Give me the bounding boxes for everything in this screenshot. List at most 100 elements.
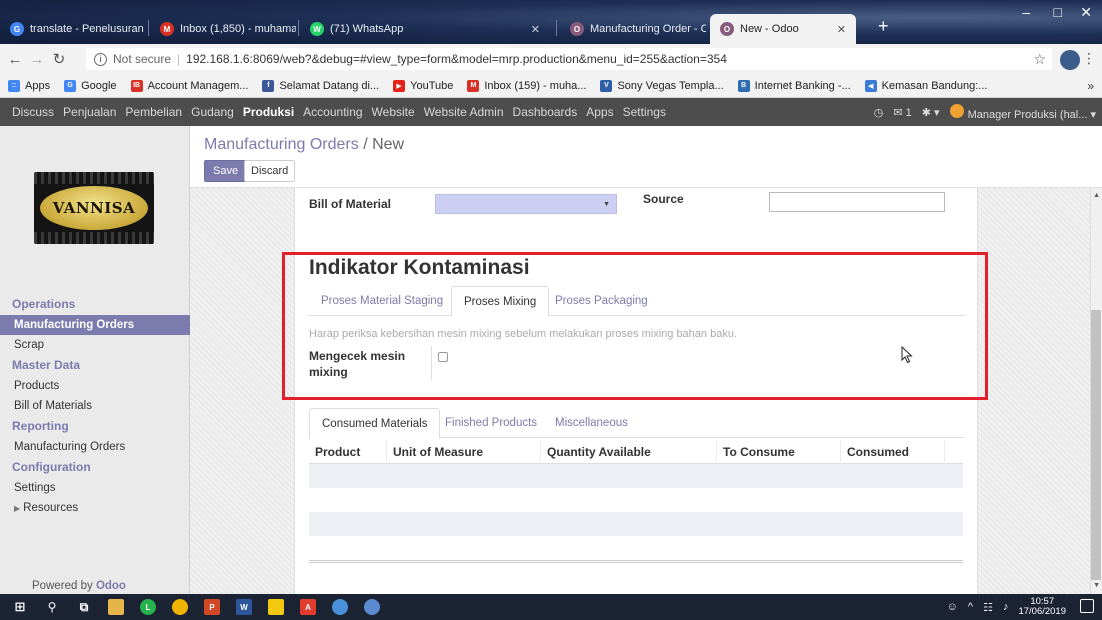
col-quantity-available[interactable]: Quantity Available	[541, 439, 717, 464]
col-product[interactable]: Product	[309, 439, 387, 464]
scroll-up-icon[interactable]: ▲	[1093, 192, 1100, 199]
windows-start-icon[interactable]: ⊞	[12, 599, 28, 615]
task-view-icon[interactable]: ⧉	[76, 599, 92, 615]
sidebar-item-manufacturing-orders[interactable]: Manufacturing Orders	[0, 315, 190, 335]
activity-clock-icon[interactable]: ◷	[874, 106, 884, 119]
col-consumed[interactable]: Consumed	[841, 439, 945, 464]
line-app-icon[interactable]: L	[140, 599, 156, 615]
info-icon[interactable]: i	[94, 52, 107, 66]
address-bar[interactable]: i Not secure | 192.168.1.6:8069/web?&deb…	[86, 48, 1052, 70]
search-icon[interactable]: ⚲	[44, 599, 60, 615]
close-tab-icon[interactable]: ✕	[829, 23, 846, 36]
tab-finished-products[interactable]: Finished Products	[433, 408, 549, 438]
tab-proses-material-staging[interactable]: Proses Material Staging	[309, 286, 455, 316]
tab-proses-mixing[interactable]: Proses Mixing	[451, 286, 550, 317]
sidebar-item-products[interactable]: Products	[0, 376, 190, 396]
odoo-top-menu: Discuss Penjualan Pembelian Gudang Produksi A…	[0, 98, 1102, 126]
messages-icon[interactable]: ✉ 1	[893, 106, 911, 119]
app-icon[interactable]	[332, 599, 348, 615]
bookmark-label: Google	[81, 79, 117, 92]
word-icon[interactable]: W	[236, 599, 252, 615]
check-mesin-mixing-checkbox[interactable]	[438, 352, 448, 362]
forward-arrow-icon[interactable]: →	[26, 51, 48, 68]
new-tab-button[interactable]: +	[878, 16, 889, 37]
sidebar-item-label: Resources	[23, 502, 79, 514]
reload-icon[interactable]: ↻	[48, 50, 70, 68]
sidebar-section-master-data[interactable]: Master Data	[0, 355, 190, 376]
menu-item-gudang[interactable]: Gudang	[191, 105, 234, 119]
scrollbar-thumb[interactable]	[1091, 310, 1101, 580]
discard-button[interactable]: Discard	[244, 160, 296, 182]
bookmark-item[interactable]: ▶ YouTube	[393, 79, 453, 92]
acrobat-icon[interactable]: A	[300, 599, 316, 615]
menu-item-settings[interactable]: Settings	[623, 105, 666, 119]
bookmark-item[interactable]: IB Account Managem...	[130, 79, 248, 92]
bom-select[interactable]: ▼	[435, 194, 617, 214]
close-tab-icon[interactable]: ✕	[523, 23, 540, 36]
file-explorer-icon[interactable]	[108, 599, 124, 615]
menu-item-website-admin[interactable]: Website Admin	[424, 105, 504, 119]
breadcrumb-parent[interactable]: Manufacturing Orders	[204, 136, 359, 153]
sidebar-item-bill-of-materials[interactable]: Bill of Materials	[0, 396, 190, 416]
sidebar-section-reporting[interactable]: Reporting	[0, 416, 190, 437]
menu-item-discuss[interactable]: Discuss	[12, 105, 54, 119]
browser-tab[interactable]: O New - Odoo ✕	[710, 14, 856, 44]
sidebar-section-operations[interactable]: Operations	[0, 294, 190, 315]
source-input[interactable]	[769, 192, 945, 212]
tray-chevron-icon[interactable]: ^	[968, 601, 973, 613]
col-unit-of-measure[interactable]: Unit of Measure	[387, 439, 541, 464]
clock[interactable]: 10:57 17/06/2019	[1018, 597, 1066, 617]
menu-item-penjualan[interactable]: Penjualan	[63, 105, 116, 119]
menu-item-produksi[interactable]: Produksi	[243, 105, 294, 119]
extension-icon[interactable]	[1060, 50, 1080, 70]
powerpoint-icon[interactable]: P	[204, 599, 220, 615]
back-arrow-icon[interactable]: ←	[4, 51, 26, 68]
more-bookmarks-icon[interactable]: »	[1087, 79, 1094, 93]
browser-tab-strip: Gtranslate - Penelusuran Googl✕MInbox (1…	[0, 0, 1102, 44]
bookmark-item[interactable]: G Google	[64, 79, 117, 92]
close-window-button[interactable]: ✕	[1080, 4, 1092, 21]
app-icon[interactable]	[364, 599, 380, 615]
col-to-consume[interactable]: To Consume	[717, 439, 841, 464]
menu-item-apps[interactable]: Apps	[586, 105, 613, 119]
sidebar-item-scrap[interactable]: Scrap	[0, 335, 190, 355]
app-icon[interactable]	[268, 599, 284, 615]
bookmark-item[interactable]: ◀ Kemasan Bandung:...	[864, 79, 987, 92]
volume-icon[interactable]: ♪	[1003, 601, 1009, 613]
sidebar-item-settings[interactable]: Settings	[0, 478, 190, 498]
browser-tab[interactable]: Gtranslate - Penelusuran Googl✕	[0, 14, 146, 44]
notification-icon[interactable]	[1080, 599, 1094, 613]
menu-item-accounting[interactable]: Accounting	[303, 105, 362, 119]
bookmark-item[interactable]: V Sony Vegas Templa...	[600, 79, 724, 92]
bookmark-item[interactable]: f Selamat Datang di...	[262, 79, 379, 92]
menu-item-dashboards[interactable]: Dashboards	[513, 105, 578, 119]
network-icon[interactable]: ☷	[983, 601, 993, 614]
user-menu[interactable]: Manager Produksi (hal... ▾	[949, 103, 1096, 121]
minimize-button[interactable]: –	[1022, 4, 1030, 20]
sidebar-section-configuration[interactable]: Configuration	[0, 457, 190, 478]
chrome-icon[interactable]	[172, 599, 188, 615]
bookmark-star-icon[interactable]: ☆	[1033, 51, 1046, 68]
debug-bug-icon[interactable]: ✱ ▾	[922, 106, 940, 119]
browser-menu-icon[interactable]: ⋮	[1082, 50, 1096, 67]
tab-consumed-materials[interactable]: Consumed Materials	[309, 408, 441, 439]
menu-item-website[interactable]: Website	[372, 105, 415, 119]
odoo-link[interactable]: Odoo	[96, 580, 126, 592]
menu-item-pembelian[interactable]: Pembelian	[125, 105, 182, 119]
bookmark-item[interactable]: M Inbox (159) - muha...	[467, 79, 586, 92]
bookmark-item[interactable]: B Internet Banking -...	[737, 79, 851, 92]
tab-title: Manufacturing Order - Odoo	[590, 23, 706, 35]
people-icon[interactable]: ☺	[947, 601, 958, 613]
browser-tab[interactable]: W (71) WhatsApp ✕	[300, 14, 550, 44]
sidebar-item-resources[interactable]: ▶ Resources	[0, 498, 190, 518]
save-button[interactable]: Save	[204, 160, 248, 182]
tab-title: Inbox (1,850) - muhamadilhan	[180, 23, 296, 35]
browser-tab[interactable]: MInbox (1,850) - muhamadilhan✕	[150, 14, 296, 44]
maximize-button[interactable]: □	[1054, 4, 1062, 20]
sidebar-item-manufacturing-orders[interactable]: Manufacturing Orders	[0, 437, 190, 457]
bookmark-item[interactable]: :: Apps	[8, 79, 50, 92]
scroll-down-icon[interactable]: ▼	[1093, 582, 1100, 589]
tab-proses-packaging[interactable]: Proses Packaging	[543, 286, 660, 316]
tab-miscellaneous[interactable]: Miscellaneous	[543, 408, 640, 438]
browser-tab[interactable]: OManufacturing Order - Odoo✕	[560, 14, 706, 44]
